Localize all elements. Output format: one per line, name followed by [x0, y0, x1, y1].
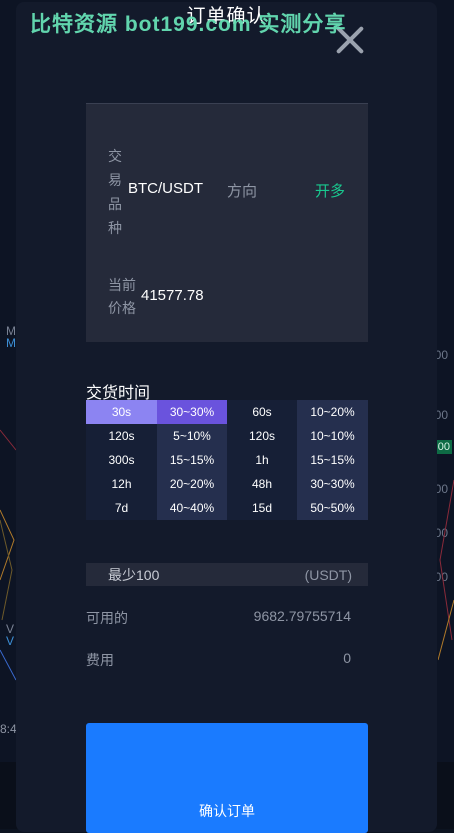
delivery-time-option[interactable]: 30s	[86, 400, 157, 424]
amount-row: (USDT)	[86, 563, 368, 586]
delivery-rate-option[interactable]: 5~10%	[157, 424, 227, 448]
delivery-time-option[interactable]: 7d	[86, 496, 157, 520]
delivery-rate-option[interactable]: 50~50%	[297, 496, 368, 520]
amount-input[interactable]	[108, 563, 258, 586]
pair-value: BTC/USDT	[128, 180, 203, 197]
delivery-time-option[interactable]: 15d	[227, 496, 297, 520]
delivery-rate-option[interactable]: 30~30%	[297, 472, 368, 496]
available-value: 9682.79755714	[253, 608, 351, 624]
available-label: 可用的	[86, 610, 128, 626]
delivery-time-option[interactable]: 300s	[86, 448, 157, 472]
price-label: 当前价格	[108, 277, 136, 316]
delivery-time-option[interactable]: 12h	[86, 472, 157, 496]
delivery-time-grid: 30s 30~30% 60s 10~20% 120s 5~10% 120s 10~10% 300…	[86, 400, 368, 520]
bg-time-label: 8:4	[0, 722, 17, 736]
bg-candle-lines	[0, 429, 16, 681]
order-confirm-modal: 订单确认 交易品种 BTC/USDT 方向 开多 当前价格 41577.78 交…	[16, 2, 437, 833]
delivery-rate-option[interactable]: 10~10%	[297, 424, 368, 448]
bg-left-label: M	[6, 336, 16, 350]
amount-unit: (USDT)	[304, 567, 352, 583]
fee-label: 费用	[86, 652, 114, 668]
direction-value: 开多	[315, 183, 346, 200]
direction-label: 方向	[227, 183, 258, 200]
fee-value: 0	[343, 650, 351, 666]
delivery-rate-option[interactable]: 30~30%	[157, 400, 227, 424]
delivery-time-option[interactable]: 1h	[227, 448, 297, 472]
watermark-text: 比特资源 bot199.com 实测分享	[30, 13, 347, 36]
order-info-card: 交易品种 BTC/USDT 方向 开多 当前价格 41577.78	[86, 103, 368, 342]
delivery-rate-option[interactable]: 15~15%	[297, 448, 368, 472]
delivery-rate-option[interactable]: 15~15%	[157, 448, 227, 472]
delivery-rate-option[interactable]: 20~20%	[157, 472, 227, 496]
delivery-rate-option[interactable]: 40~40%	[157, 496, 227, 520]
price-value: 41577.78	[141, 287, 204, 304]
delivery-time-option[interactable]: 60s	[227, 400, 297, 424]
delivery-rate-option[interactable]: 10~20%	[297, 400, 368, 424]
delivery-time-option[interactable]: 120s	[227, 424, 297, 448]
confirm-order-button[interactable]: 确认订单	[86, 723, 368, 833]
pair-label: 交易品种	[108, 148, 122, 236]
delivery-time-option[interactable]: 48h	[227, 472, 297, 496]
delivery-time-option[interactable]: 120s	[86, 424, 157, 448]
bg-candle-lines-right	[438, 479, 454, 661]
